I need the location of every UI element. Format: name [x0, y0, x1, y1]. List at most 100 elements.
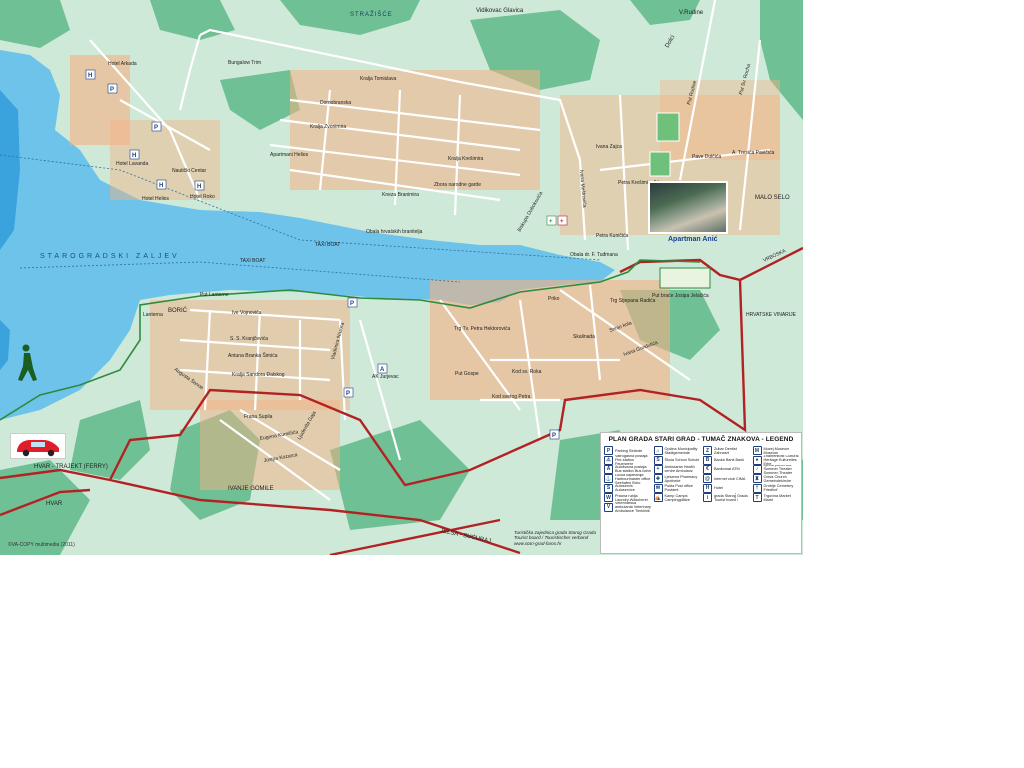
legend-symbol-icon: A	[604, 464, 613, 474]
legend-label: Autobusna postaja Bus station Bus bahn	[615, 465, 651, 474]
hotel-icon: H	[194, 180, 205, 191]
legend-label: Lučka kapetanija Harbourmaster office Se…	[615, 474, 651, 484]
legend-item: iTuristička zajednica grada Starog Grada…	[703, 493, 751, 502]
svg-text:Obala dr. F. Tuđmana: Obala dr. F. Tuđmana	[570, 252, 618, 258]
legend-symbol-icon: @	[703, 474, 712, 484]
legend-label: Pošta Post office Postamt	[664, 484, 693, 493]
svg-text:Kralja Sandora Đalskog: Kralja Sandora Đalskog	[232, 372, 285, 378]
parking-icon: P	[107, 83, 118, 94]
legend-label: Bankomat ATM	[714, 467, 740, 472]
legend-item: † Groblje Cemetery Friedhof	[752, 483, 801, 493]
svg-text:Ivana Zajca: Ivana Zajca	[596, 144, 622, 150]
parking-icon: P	[347, 297, 358, 308]
svg-text:+: +	[549, 219, 553, 225]
legend-label: Parking Strände	[615, 448, 643, 453]
legend-item: H Hotel	[703, 483, 751, 493]
svg-text:Hotel Helios: Hotel Helios	[142, 196, 169, 202]
svg-text:Hotel Arkada: Hotel Arkada	[108, 61, 137, 67]
svg-text:Trg Tv. Petra Hektorovića: Trg Tv. Petra Hektorovića	[454, 326, 511, 332]
svg-text:A: A	[380, 367, 385, 373]
svg-text:MALO SELO: MALO SELO	[755, 195, 790, 201]
svg-text:Kralja Zvonimira: Kralja Zvonimira	[310, 124, 346, 130]
svg-text:Pave Dulčića: Pave Dulčića	[692, 154, 721, 160]
svg-text:+: +	[560, 219, 564, 225]
legend-label: Ljekarna Pharmacy Apotheke	[664, 474, 698, 483]
legend-label: Ambulanta Health centre Ambulanz	[664, 465, 695, 474]
svg-text:Zbora narodne garde: Zbora narodne garde	[434, 182, 481, 188]
legend-label: Turistička zajednica grada Starog Grada …	[714, 493, 750, 502]
svg-text:P: P	[552, 433, 556, 439]
legend-item: ⚓ Lučka kapetanija Harbourmaster office S…	[604, 474, 652, 484]
legend-item: W Praona rublja Laundry Wäscherei	[604, 493, 652, 503]
svg-text:Kod sv. Roka: Kod sv. Roka	[512, 369, 542, 375]
svg-text:P: P	[346, 391, 350, 397]
legend-symbol-icon: P	[604, 446, 613, 456]
legend-symbol-icon: ⌂	[653, 446, 663, 456]
hotel-icon: H	[129, 149, 140, 160]
svg-text:HRVATSKE VINARIJE: HRVATSKE VINARIJE	[746, 312, 797, 318]
legend-symbol-icon: ✉	[653, 483, 663, 493]
svg-text:Obala hrvatskih branitelja: Obala hrvatskih branitelja	[366, 229, 423, 235]
svg-text:Frana Supila: Frana Supila	[244, 414, 273, 420]
svg-text:S. S. Kranjčevića: S. S. Kranjčevića	[230, 336, 268, 342]
legend-label: Kamp Camps Campingplätze	[664, 493, 690, 502]
svg-text:HVAR - TRAJEKT (FERRY): HVAR - TRAJEKT (FERRY)	[34, 464, 108, 470]
svg-text:Skalinada: Skalinada	[573, 334, 595, 340]
map-legend: PLAN GRADA STARI GRAD - TUMAČ ZNAKOVA - …	[600, 432, 802, 554]
apartment-photo	[648, 181, 728, 234]
legend-item: ✚ Ljekarna Pharmacy Apotheke	[653, 474, 702, 484]
legend-item: M Muzej Museum Museum	[752, 446, 801, 456]
legend-symbol-icon: ⛺	[653, 493, 663, 503]
legend-item: ● Znamenitost Cultural Heritage Kulturell…	[752, 455, 801, 465]
legend-label: Zubar Dentist Zahnarzt	[714, 446, 737, 455]
legend-symbol-icon: ⚓	[604, 474, 613, 484]
legend-symbol-icon: H	[703, 483, 712, 493]
legend-symbol-icon: +	[653, 464, 663, 474]
legend-symbol-icon: †	[752, 483, 762, 493]
svg-text:A. Tresića Pavičića: A. Tresića Pavičića	[732, 150, 774, 156]
legend-symbol-icon: M	[752, 446, 762, 456]
legend-symbol-icon: €	[703, 464, 712, 474]
health-centre-icon: +	[557, 215, 568, 226]
legend-label: Praona rublja Laundry Wäscherei	[615, 493, 648, 502]
svg-text:Antuna Branka Šimića: Antuna Branka Šimića	[228, 352, 278, 359]
svg-text:IVANJE GOMILE: IVANJE GOMILE	[228, 486, 274, 492]
legend-item: ⚠ Vatrogasna postaja Fire-station Feuerwe…	[604, 455, 652, 465]
legend-label: Trgovina Market Markt	[763, 493, 791, 502]
svg-text:TAXI BOAT: TAXI BOAT	[315, 242, 340, 248]
legend-title: PLAN GRADA STARI GRAD - TUMAČ ZNAKOVA - …	[608, 436, 794, 443]
legend-symbol-icon: Z	[703, 446, 712, 456]
legend-symbol-icon: B	[703, 455, 712, 465]
legend-label: Muzej Museum Museum	[763, 446, 790, 455]
svg-text:Trg Stjepana Radića: Trg Stjepana Radića	[610, 298, 656, 304]
car-icon	[10, 433, 66, 459]
town-map[interactable]: STAROGRADSKI ZALJEV TAXI BOAT TAXI BOAT …	[0, 0, 803, 555]
svg-text:Lanterna: Lanterna	[143, 312, 163, 318]
parking-icon: P	[151, 121, 162, 132]
legend-label: Ljetna pozornica Summer Theater Sommer-T…	[763, 464, 793, 475]
svg-text:H: H	[132, 153, 136, 159]
legend-item: ✉ Pošta Post office Postamt	[653, 483, 702, 493]
legend-symbol-icon: Š	[653, 455, 663, 465]
legend-item: ♪ Ljetna pozornica Summer Theater Sommer-…	[752, 464, 801, 475]
svg-text:HVAR: HVAR	[46, 501, 63, 507]
svg-text:V.Rudine: V.Rudine	[679, 10, 704, 16]
legend-label: Crkva Church Gemeindekirche	[763, 474, 792, 483]
legend-symbol-icon: ♪	[752, 464, 762, 474]
bus-station-icon: A	[377, 363, 388, 374]
svg-text:H: H	[159, 183, 163, 189]
legend-label: Internet club CIMA	[714, 476, 746, 481]
svg-text:Vidikovac Glavica: Vidikovac Glavica	[476, 8, 524, 14]
legend-symbol-icon: ♜	[752, 474, 762, 484]
legend-symbol-icon: ●	[752, 455, 762, 465]
legend-label: Banka Bank Bank	[714, 458, 745, 463]
svg-text:Nautički Centar: Nautički Centar	[172, 168, 207, 174]
svg-text:Kod svetog Petra: Kod svetog Petra	[492, 394, 531, 400]
svg-text:Domobranska: Domobranska	[320, 100, 351, 106]
legend-item: @ Internet club CIMA	[703, 474, 751, 484]
legend-grid: P Parking Strände ⌂ Općina Municipality Sta…	[604, 446, 800, 552]
svg-text:Kneza Branimira: Kneza Branimira	[382, 192, 419, 198]
hotel-icon: H	[156, 179, 167, 190]
legend-item: S Autoservis Autoservice	[604, 483, 652, 493]
legend-label: Vatrogasna postaja Fire-station Feuerweh…	[615, 455, 648, 465]
